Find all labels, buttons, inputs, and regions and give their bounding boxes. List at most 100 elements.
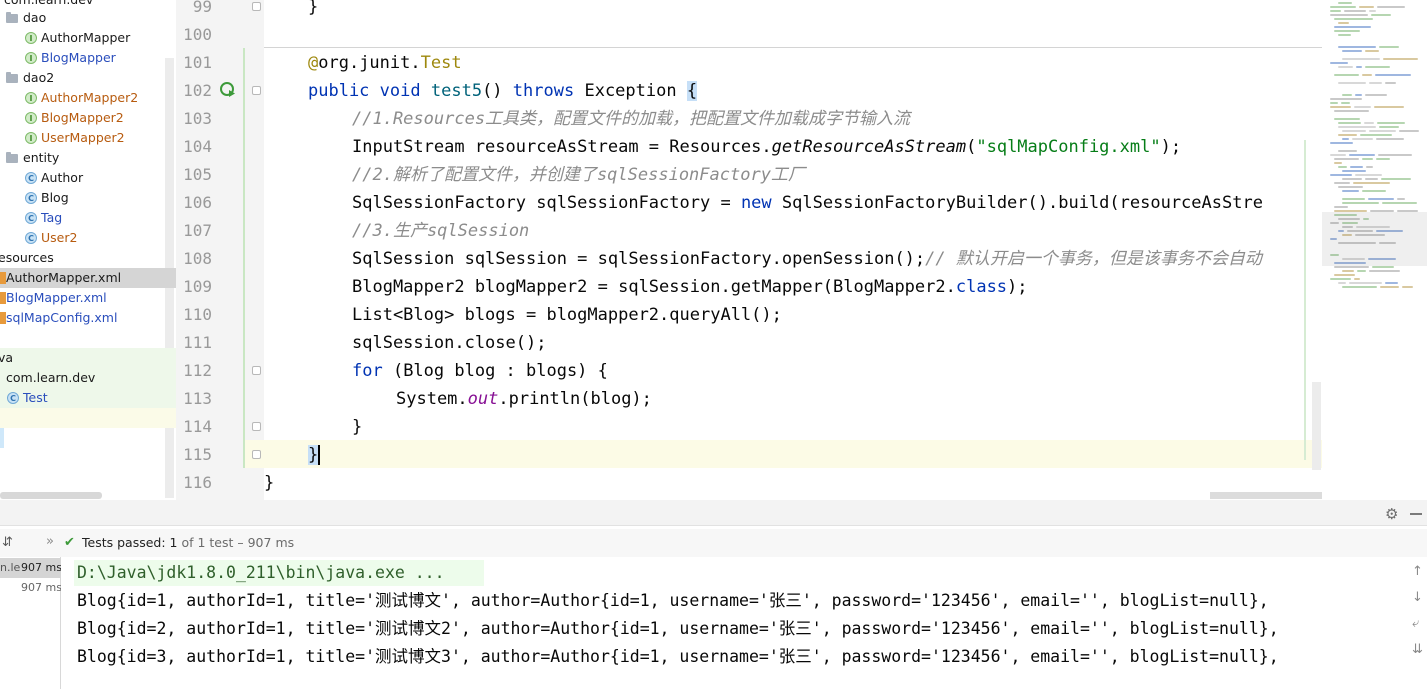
tree-item-usermapper2[interactable]: I UserMapper2 (0, 128, 176, 148)
minimap-stroke (1330, 142, 1353, 144)
minimap-stroke (1330, 106, 1351, 108)
code-line-113[interactable]: System.out.println(blog); (264, 385, 1427, 413)
folder-icon (6, 152, 18, 163)
line-number: 100 (183, 25, 212, 44)
fold-marker[interactable] (252, 86, 261, 95)
keyword: class (955, 277, 1008, 297)
minimap-stroke (1376, 138, 1404, 140)
line-number: 115 (183, 445, 212, 464)
tree-item-blog[interactable]: C Blog (0, 188, 176, 208)
minimap-stroke (1342, 138, 1349, 140)
code-line-107[interactable]: //3.生产sqlSession (264, 217, 1410, 245)
minimap-stroke (1330, 278, 1351, 280)
tree-item-test[interactable]: C Test (0, 388, 176, 408)
editor-vscroll-thumb[interactable] (1312, 382, 1321, 470)
keyword: new (740, 193, 772, 213)
minimap-viewport[interactable] (1322, 212, 1427, 266)
minimap-stroke (1338, 46, 1376, 48)
fold-marker[interactable] (252, 366, 261, 375)
tree-item-label: BlogMapper2 (41, 110, 124, 125)
tree-item-blogmapper2[interactable]: I BlogMapper2 (0, 108, 176, 128)
class-icon: C (25, 172, 37, 184)
minimize-icon[interactable] (1410, 513, 1422, 515)
tree-item-label: dao (23, 10, 47, 25)
text-caret (318, 445, 321, 465)
minimap-stroke (1330, 102, 1338, 104)
tree-item-resources[interactable]: esources (0, 248, 176, 268)
code-token: } (308, 0, 319, 17)
line-number: 99 (192, 0, 212, 16)
matched-brace: } (308, 445, 319, 465)
minimap-stroke (1380, 286, 1399, 288)
test-tree-row[interactable]: 907 ms (0, 578, 61, 598)
tree-item-label: BlogMapper (41, 50, 116, 65)
tree-item-test-package[interactable]: com.learn.dev (0, 368, 176, 388)
editor-hscroll-thumb[interactable] (1210, 492, 1322, 499)
tree-item-author[interactable]: C Author (0, 168, 176, 188)
code-line-115[interactable]: } (264, 441, 1366, 469)
gear-icon[interactable]: ⚙ (1385, 507, 1398, 522)
tree-item-sqlmapconfig-xml[interactable]: sqlMapConfig.xml (0, 308, 176, 328)
tree-item-label: User2 (41, 230, 78, 245)
tree-item-label: Test (23, 390, 48, 405)
tree-item-java[interactable]: va (0, 348, 176, 368)
code-line-103[interactable]: //1.Resources工具类，配置文件的加载，把配置文件加载成字节输入流 (264, 105, 1410, 133)
annotation-name: Test (420, 53, 462, 73)
code-line-112[interactable]: for (Blog blog : blogs) { (264, 357, 1410, 385)
minimap-stroke (1330, 10, 1341, 12)
status-suffix: of 1 test – 907 ms (177, 535, 295, 550)
minimap-stroke (1362, 190, 1386, 192)
code-token: SqlSessionFactory sqlSessionFactory = (352, 193, 741, 213)
code-comment: //3.生产sqlSession (352, 221, 530, 241)
fold-marker[interactable] (252, 2, 261, 11)
tree-item-folder-dao2[interactable]: dao2 (0, 68, 176, 88)
tree-item-tag[interactable]: C Tag (0, 208, 176, 228)
folder-icon (6, 72, 18, 83)
code-line-101[interactable]: @org.junit.Test (264, 49, 1366, 77)
code-token: (Blog blog : blogs) { (382, 361, 608, 381)
tree-item-blogmapper-xml[interactable]: BlogMapper.xml (0, 288, 176, 308)
fold-marker[interactable] (252, 450, 261, 459)
code-line-102[interactable]: public void test5() throws Exception { (264, 77, 1366, 105)
code-line-110[interactable]: List<Blog> blogs = blogMapper2.queryAll(… (264, 301, 1410, 329)
code-line-114[interactable]: } (264, 413, 1410, 441)
tree-item-authormapper[interactable]: I AuthorMapper (0, 28, 176, 48)
line-number: 114 (183, 417, 212, 436)
code-token: ); (1160, 137, 1182, 157)
tree-item-folder-dao[interactable]: dao (0, 8, 176, 28)
code-token: } (264, 473, 275, 493)
line-number: 113 (183, 389, 212, 408)
soft-wrap-icon[interactable]: ⤶ (1412, 616, 1419, 631)
code-line-108[interactable]: SqlSession sqlSession = sqlSessionFactor… (264, 245, 1410, 273)
string-literal: "sqlMapConfig.xml" (976, 137, 1161, 157)
up-arrow-icon[interactable]: ↑ (1412, 564, 1423, 579)
line-number: 110 (183, 305, 212, 324)
scroll-to-end-icon[interactable]: ⇊ (1412, 642, 1423, 657)
minimap-stroke (1338, 134, 1357, 136)
tree-row-blank (0, 408, 176, 428)
tree-item-folder-entity[interactable]: entity (0, 148, 176, 168)
code-line-109[interactable]: BlogMapper2 blogMapper2 = sqlSession.get… (264, 273, 1410, 301)
code-line-104[interactable]: InputStream resourceAsStream = Resources… (264, 133, 1410, 161)
project-tree-hscroll[interactable] (0, 492, 102, 499)
minimap-stroke (1330, 154, 1346, 156)
test-tree-row[interactable]: n.le 907 ms (0, 558, 61, 578)
code-line-116[interactable]: } (264, 469, 1322, 497)
minimap-stroke (1342, 190, 1359, 192)
fold-marker[interactable] (252, 422, 261, 431)
code-line-106[interactable]: SqlSessionFactory sqlSessionFactory = ne… (264, 189, 1410, 217)
tree-item-authormapper2[interactable]: I AuthorMapper2 (0, 88, 176, 108)
expand-icon[interactable]: » (46, 534, 54, 549)
sort-icon[interactable]: ⇵ (2, 535, 13, 550)
code-line-111[interactable]: sqlSession.close(); (264, 329, 1410, 357)
code-line-99[interactable]: } (264, 0, 1366, 21)
tree-item-user2[interactable]: C User2 (0, 228, 176, 248)
minimap-stroke (1334, 30, 1360, 32)
code-line-105[interactable]: //2.解析了配置文件，并创建了sqlSessionFactory工厂 (264, 161, 1410, 189)
test-class-icon: C (7, 392, 19, 404)
tree-item-authormapper-xml[interactable]: AuthorMapper.xml (0, 268, 176, 288)
down-arrow-icon[interactable]: ↓ (1412, 590, 1423, 605)
run-test-icon[interactable] (220, 82, 236, 98)
interface-icon: I (25, 32, 37, 44)
tree-item-blogmapper[interactable]: I BlogMapper (0, 48, 176, 68)
